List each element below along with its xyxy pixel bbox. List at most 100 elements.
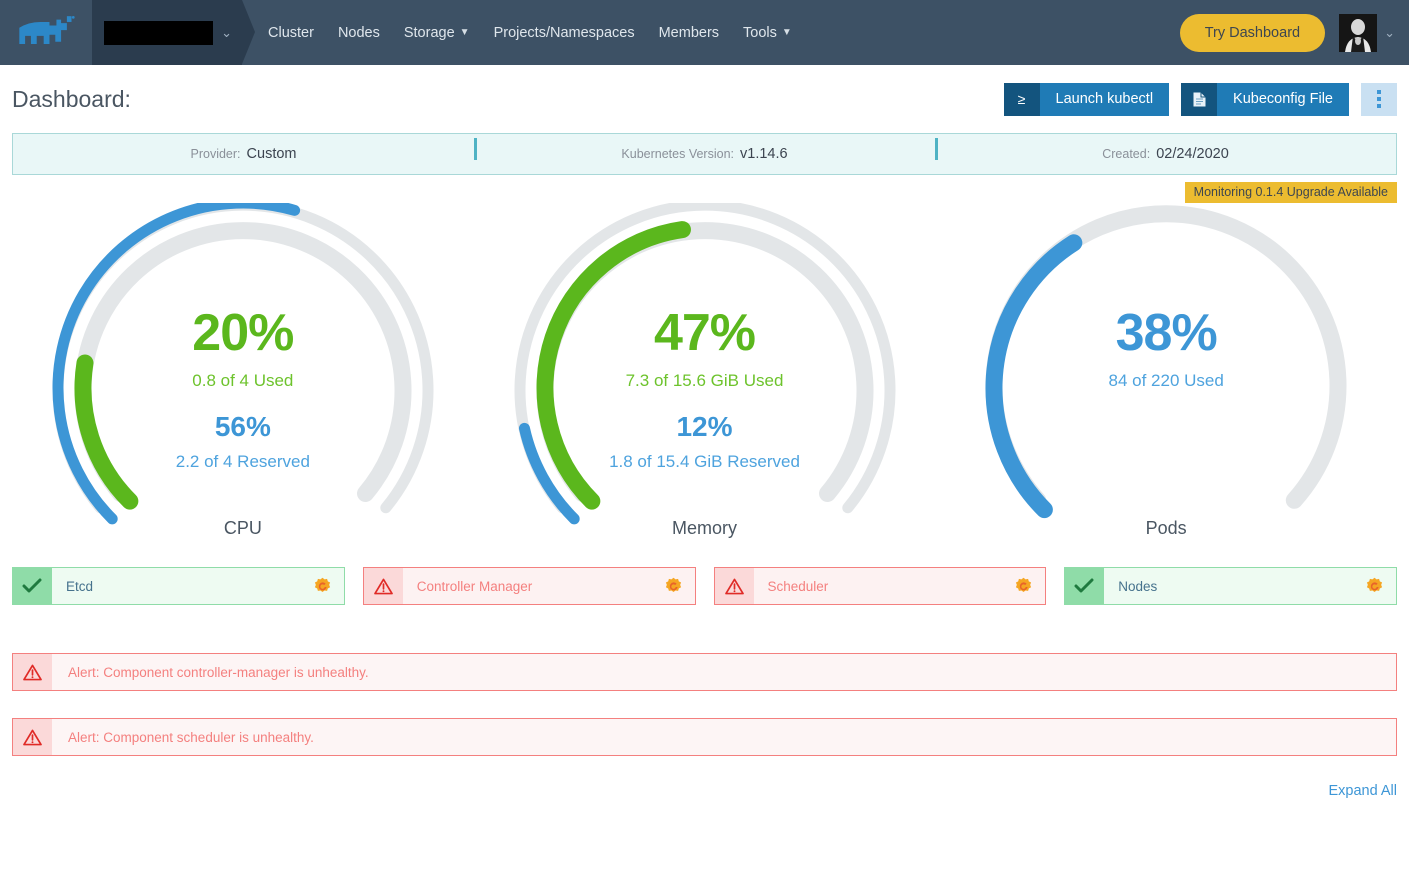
chevron-down-icon: ▼ xyxy=(781,27,792,38)
check-icon xyxy=(12,567,52,605)
nav-item-tools[interactable]: Tools ▼ xyxy=(743,25,792,41)
top-navigation-bar: ⌄ Cluster Nodes Storage ▼ Projects/Names… xyxy=(0,0,1409,65)
gauge-primary-detail: 84 of 220 Used xyxy=(1108,371,1224,390)
kebab-dot-icon xyxy=(1377,97,1381,101)
nav-item-storage[interactable]: Storage ▼ xyxy=(404,25,470,41)
component-controller-manager[interactable]: Controller Manager xyxy=(362,567,696,605)
component-status-list: Etcd Controller Manager Scheduler Nodes xyxy=(0,567,1409,605)
component-body: Controller Manager xyxy=(402,567,696,605)
info-kubernetes-version: Kubernetes Version: v1.14.6 xyxy=(474,138,935,162)
info-value: 02/24/2020 xyxy=(1156,146,1229,162)
chevron-down-icon: ⌄ xyxy=(1384,24,1395,40)
avatar-image xyxy=(1339,13,1378,52)
component-label: Nodes xyxy=(1118,578,1158,594)
nav-item-members[interactable]: Members xyxy=(659,25,719,41)
cluster-name-redacted xyxy=(104,20,214,45)
rancher-logo[interactable] xyxy=(0,0,92,65)
gauge-primary-percent: 38% xyxy=(1115,304,1218,362)
kubeconfig-file-button[interactable]: Kubeconfig File xyxy=(1181,82,1349,116)
component-nodes[interactable]: Nodes xyxy=(1064,567,1397,605)
more-actions-button[interactable] xyxy=(1361,82,1397,116)
warning-triangle-icon xyxy=(362,567,403,605)
component-label: Etcd xyxy=(66,578,94,594)
gauge-pods-title: Pods xyxy=(1145,518,1187,538)
nav-item-label: Members xyxy=(658,24,720,41)
gauge-primary-percent: 47% xyxy=(653,304,756,362)
nav-item-nodes[interactable]: Nodes xyxy=(338,25,380,41)
grafana-icon[interactable] xyxy=(1014,577,1033,596)
component-etcd[interactable]: Etcd xyxy=(12,567,345,605)
component-scheduler[interactable]: Scheduler xyxy=(713,567,1047,605)
nav-links: Cluster Nodes Storage ▼ Projects/Namespa… xyxy=(268,0,792,65)
gauge-primary-detail: 7.3 of 15.6 GiB Used xyxy=(625,371,784,390)
kebab-dot-icon xyxy=(1377,104,1381,108)
gauge-pods-values: 38% 84 of 220 Used xyxy=(935,307,1397,391)
gauge-cpu: 20% 0.8 of 4 Used 56% 2.2 of 4 Reserved … xyxy=(12,203,474,563)
warning-triangle-icon xyxy=(12,718,52,756)
info-provider: Provider: Custom xyxy=(13,146,474,162)
gauge-secondary-percent: 12% xyxy=(676,411,733,442)
nav-item-label: Cluster xyxy=(268,24,314,41)
nav-item-label: Tools xyxy=(743,24,777,41)
nav-item-label: Nodes xyxy=(337,24,380,41)
info-label: Provider: xyxy=(190,147,241,161)
launch-kubectl-button[interactable]: ≥ Launch kubectl xyxy=(1003,82,1170,116)
gauge-memory-title: Memory xyxy=(672,518,738,538)
expand-all-link[interactable]: Expand All xyxy=(1328,783,1397,799)
grafana-icon[interactable] xyxy=(664,577,683,596)
user-menu[interactable]: ⌄ xyxy=(1339,13,1395,52)
page-title: Dashboard: xyxy=(12,85,131,112)
component-label: Controller Manager xyxy=(416,578,533,594)
page-actions: ≥ Launch kubectl Kubeconfig File xyxy=(1003,82,1397,116)
grafana-icon[interactable] xyxy=(1365,577,1384,596)
kebab-dot-icon xyxy=(1377,90,1381,94)
alert-text: Alert: Component controller-manager is u… xyxy=(68,664,369,680)
chevron-down-icon: ▼ xyxy=(459,27,470,38)
grafana-icon[interactable] xyxy=(313,577,332,596)
warning-triangle-icon xyxy=(713,567,754,605)
gauge-secondary-percent: 56% xyxy=(214,411,271,442)
nav-right-section: Try Dashboard ⌄ xyxy=(1179,0,1409,65)
selector-arrow xyxy=(242,0,255,64)
gauge-primary-percent: 20% xyxy=(192,304,294,362)
chevron-down-icon: ⌄ xyxy=(221,25,232,40)
alert-body: Alert: Component controller-manager is u… xyxy=(52,653,1397,691)
terminal-icon: ≥ xyxy=(1003,82,1040,116)
kubeconfig-file-label: Kubeconfig File xyxy=(1217,82,1349,116)
avatar[interactable] xyxy=(1339,13,1378,52)
resource-gauges: 20% 0.8 of 4 Used 56% 2.2 of 4 Reserved … xyxy=(0,203,1409,563)
gauge-memory: 47% 7.3 of 15.6 GiB Used 12% 1.8 of 15.4… xyxy=(474,203,936,563)
info-created: Created: 02/24/2020 xyxy=(935,138,1396,162)
gauge-pods: 38% 84 of 220 Used Pods xyxy=(935,203,1397,563)
alert-text: Alert: Component scheduler is unhealthy. xyxy=(68,729,314,745)
gauge-primary-detail: 0.8 of 4 Used xyxy=(192,371,294,390)
gauge-secondary-detail: 2.2 of 4 Reserved xyxy=(175,452,310,471)
expand-all-row: Expand All xyxy=(0,783,1409,799)
alerts-list: Alert: Component controller-manager is u… xyxy=(0,653,1409,756)
alert-scheduler[interactable]: Alert: Component scheduler is unhealthy. xyxy=(12,718,1397,756)
gauge-memory-values: 47% 7.3 of 15.6 GiB Used 12% 1.8 of 15.4… xyxy=(474,307,936,472)
warning-triangle-icon xyxy=(12,653,52,691)
gauge-cpu-title: CPU xyxy=(223,518,262,538)
nav-item-label: Storage xyxy=(403,24,455,41)
file-icon xyxy=(1181,82,1218,116)
info-value: v1.14.6 xyxy=(740,146,788,162)
nav-item-projects-namespaces[interactable]: Projects/Namespaces xyxy=(494,25,635,41)
monitoring-banner-row: Monitoring 0.1.4 Upgrade Available xyxy=(0,175,1409,203)
monitoring-upgrade-badge[interactable]: Monitoring 0.1.4 Upgrade Available xyxy=(1184,182,1397,203)
rancher-logo-icon xyxy=(19,15,75,44)
component-body: Scheduler xyxy=(753,567,1047,605)
nav-item-label: Projects/Namespaces xyxy=(493,24,635,41)
alert-controller-manager[interactable]: Alert: Component controller-manager is u… xyxy=(12,653,1397,691)
alert-body: Alert: Component scheduler is unhealthy. xyxy=(52,718,1397,756)
cluster-selector[interactable]: ⌄ xyxy=(92,0,255,65)
info-value: Custom xyxy=(246,146,297,162)
try-dashboard-button[interactable]: Try Dashboard xyxy=(1179,13,1326,52)
check-icon xyxy=(1064,567,1105,605)
nav-item-cluster[interactable]: Cluster xyxy=(268,25,314,41)
gauge-secondary-detail: 1.8 of 15.4 GiB Reserved xyxy=(609,452,800,471)
page-header: Dashboard: ≥ Launch kubectl Kubeconfig F… xyxy=(0,65,1409,133)
gauge-cpu-values: 20% 0.8 of 4 Used 56% 2.2 of 4 Reserved xyxy=(12,307,474,472)
cluster-info-bar: Provider: Custom Kubernetes Version: v1.… xyxy=(12,133,1397,175)
component-body: Nodes xyxy=(1104,567,1397,605)
